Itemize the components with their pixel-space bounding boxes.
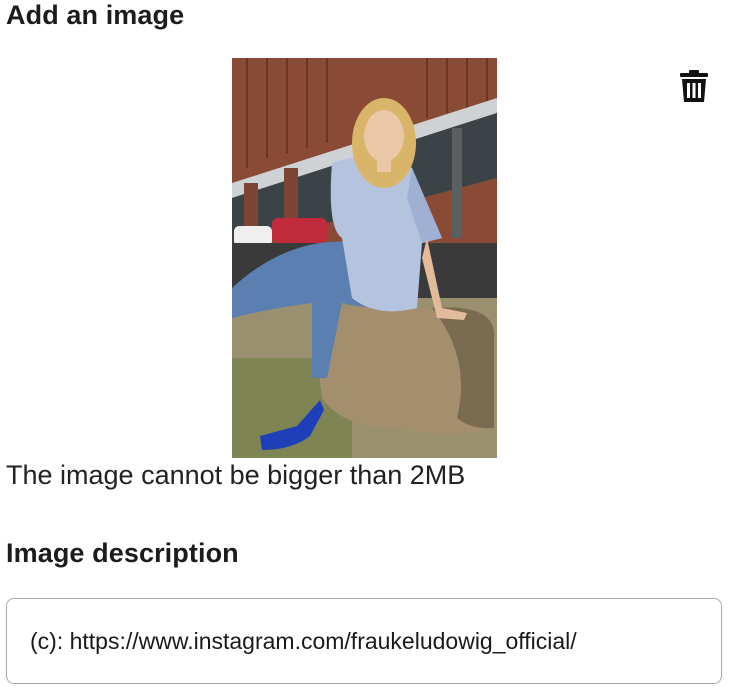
trash-icon	[680, 69, 708, 107]
image-description-title: Image description	[6, 538, 239, 568]
image-description-input[interactable]	[6, 598, 722, 684]
uploaded-image-preview	[232, 58, 497, 458]
image-size-hint: The image cannot be bigger than 2MB	[6, 460, 466, 490]
image-upload-form: Add an image The image cannot be bigger …	[0, 0, 730, 690]
add-image-title: Add an image	[6, 0, 185, 30]
delete-image-button[interactable]	[678, 69, 710, 107]
